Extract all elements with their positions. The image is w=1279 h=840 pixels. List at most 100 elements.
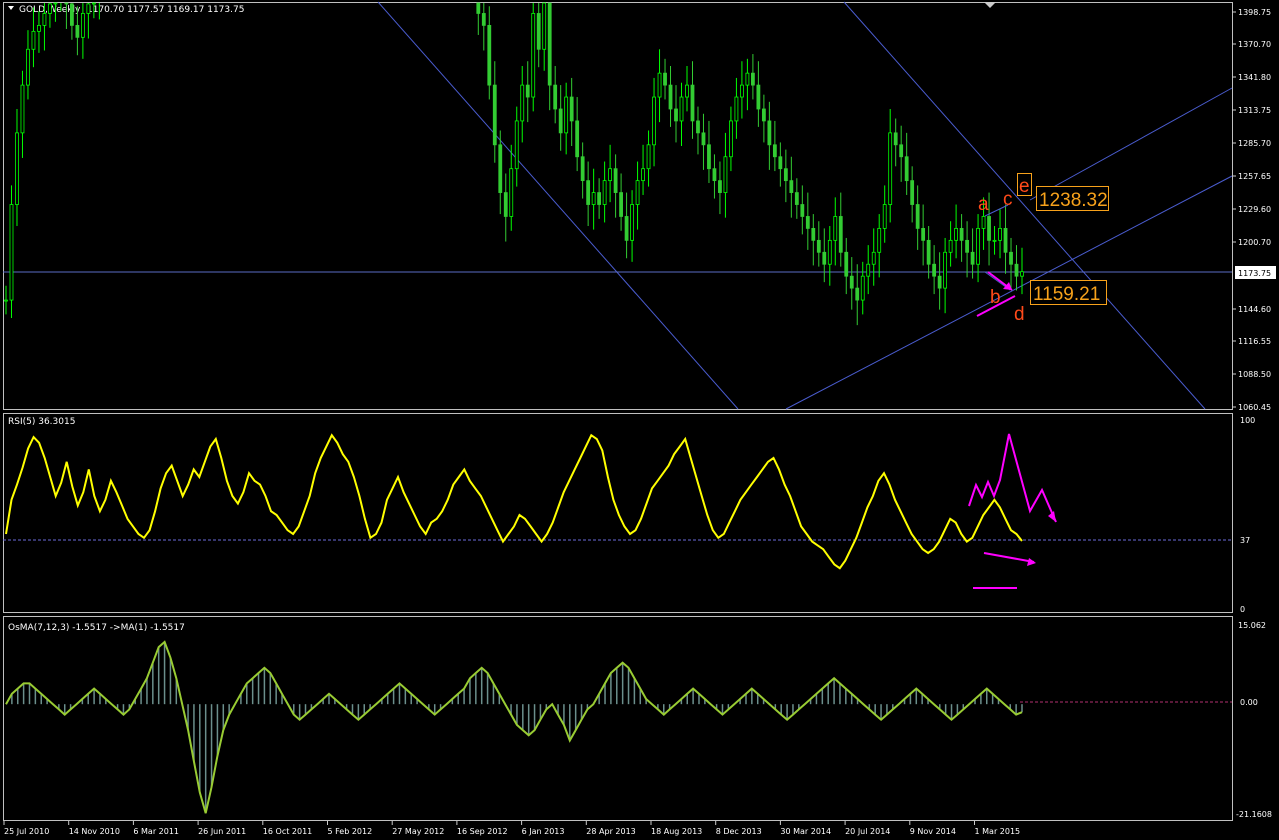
time-label: 16 Oct 2011 xyxy=(263,827,312,836)
price-box-high-label: 1238.32 xyxy=(1039,190,1108,211)
candle-body xyxy=(91,2,96,5)
candle-body xyxy=(564,96,569,134)
candle-body xyxy=(904,156,909,182)
wave-annotations[interactable]: a b c d e 1238.32 1159.21 xyxy=(976,173,1109,326)
time-label: 26 Jun 2011 xyxy=(198,827,246,836)
symbol-dropdown-icon[interactable] xyxy=(8,6,14,10)
candle-body xyxy=(635,180,640,205)
candle-body xyxy=(740,84,744,98)
price-tick: 1313.75 xyxy=(1238,106,1271,115)
candle-body xyxy=(723,156,728,193)
current-price-tag-label: 1173.75 xyxy=(1238,269,1271,278)
candle-body xyxy=(536,13,541,50)
price-tick: 1088.50 xyxy=(1238,370,1271,379)
rsi-projection-path[interactable] xyxy=(968,433,1057,523)
candle-body xyxy=(503,192,508,217)
candle-body xyxy=(558,108,563,134)
candle-body xyxy=(838,216,843,253)
candle-body xyxy=(860,275,865,301)
time-label: 30 Mar 2014 xyxy=(780,827,831,836)
time-label: 6 Jan 2013 xyxy=(522,827,565,836)
candle-body xyxy=(487,24,492,86)
candle-body xyxy=(712,168,717,182)
candle-body xyxy=(729,120,733,158)
rsi-divergence-arrow[interactable] xyxy=(983,552,1035,563)
candle-body xyxy=(31,30,36,50)
candle-body xyxy=(877,228,882,253)
candle-body xyxy=(75,24,80,38)
candle-body xyxy=(42,13,47,26)
wave-label-c[interactable]: c xyxy=(1003,189,1013,210)
candle-body xyxy=(998,228,1002,241)
candle-body xyxy=(20,84,25,134)
candle-body xyxy=(827,239,832,265)
candle-body xyxy=(1014,263,1019,277)
candle-body xyxy=(932,263,937,277)
candle-body xyxy=(1020,271,1024,277)
candle-body xyxy=(86,3,91,14)
trend-channel[interactable] xyxy=(3,1,1233,703)
candle-body xyxy=(37,24,41,32)
candle-body xyxy=(756,84,761,110)
candle-body xyxy=(866,263,871,277)
candle-body xyxy=(53,2,58,5)
price-tick: 1341.80 xyxy=(1238,73,1271,82)
chart-shift-marker-icon[interactable] xyxy=(984,2,996,8)
resistance-line[interactable] xyxy=(1029,87,1233,201)
candle-body xyxy=(948,239,953,253)
wave-label-e[interactable]: e xyxy=(1019,176,1030,197)
candle-body xyxy=(910,180,915,205)
time-label: 28 Apr 2013 xyxy=(586,827,635,836)
price-tick: 1398.75 xyxy=(1238,8,1271,17)
price-tick: 1229.60 xyxy=(1238,205,1271,214)
candle-body xyxy=(783,168,788,182)
price-box-low-label: 1159.21 xyxy=(1033,284,1100,305)
candle-body xyxy=(624,216,629,241)
channel-line-inner[interactable] xyxy=(843,1,1206,410)
price-tick: 1370.70 xyxy=(1238,40,1271,49)
rsi-title: RSI(5) 36.3015 xyxy=(8,417,75,427)
candle-body xyxy=(674,108,678,122)
candle-body xyxy=(514,120,519,170)
time-label: 14 Nov 2010 xyxy=(69,827,120,836)
price-tick: 1144.60 xyxy=(1238,305,1271,314)
candle-body xyxy=(926,239,931,265)
time-label: 16 Sep 2012 xyxy=(457,827,508,836)
candle-body xyxy=(668,84,673,110)
candle-body xyxy=(833,216,838,241)
candle-body xyxy=(849,275,854,289)
support-line[interactable] xyxy=(785,175,1233,410)
candle-body xyxy=(899,144,904,158)
candle-body xyxy=(789,180,794,193)
candle-body xyxy=(915,204,920,229)
candle-body xyxy=(1003,228,1008,253)
wave-label-d[interactable]: d xyxy=(1014,304,1025,325)
candle-body xyxy=(921,228,926,241)
chart-canvas: GOLD,Weekly 1170.70 1177.57 1169.17 1173… xyxy=(3,1,1276,836)
price-tick: 1200.70 xyxy=(1238,238,1271,247)
osma-title: OsMA(7,12,3) -1.5517 ->MA(1) -1.5517 xyxy=(8,623,185,633)
candle-body xyxy=(575,120,580,158)
time-label: 27 May 2012 xyxy=(392,827,444,836)
candle-body xyxy=(509,168,514,217)
candle-body xyxy=(1009,251,1013,265)
candle-body xyxy=(954,228,958,241)
candle-body xyxy=(26,48,30,86)
wave-label-a[interactable]: a xyxy=(978,194,989,215)
candle-body xyxy=(745,72,750,86)
osma-indicator xyxy=(5,640,1023,814)
candle-body xyxy=(987,216,991,241)
candle-body xyxy=(619,192,623,217)
price-tick: 1257.65 xyxy=(1238,172,1271,181)
channel-line-outer[interactable] xyxy=(377,1,739,410)
price-candles xyxy=(4,2,1024,326)
candle-body xyxy=(734,96,739,122)
candle-body xyxy=(613,168,618,193)
candle-body xyxy=(794,192,799,205)
candle-body xyxy=(602,180,607,205)
candle-body xyxy=(690,84,695,122)
rsi-tick-0: 0 xyxy=(1240,605,1245,614)
rsi-indicator xyxy=(5,433,1023,570)
candle-body xyxy=(663,72,667,86)
rsi-arrow-drawings[interactable] xyxy=(968,433,1057,589)
